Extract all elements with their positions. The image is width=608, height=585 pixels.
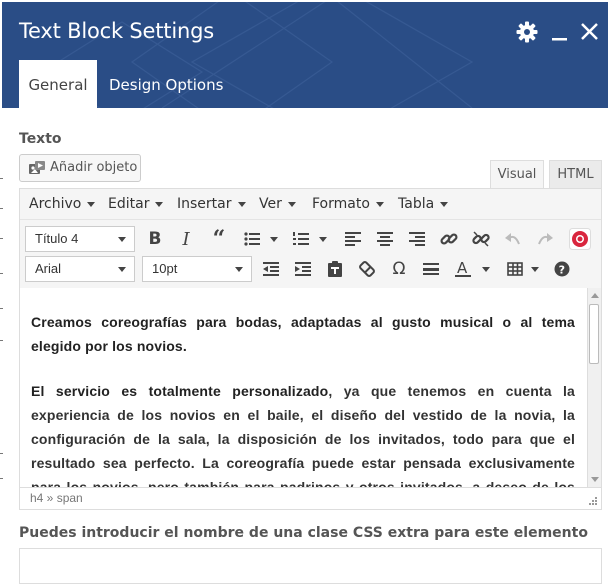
menu-insertar[interactable]: Insertar: [177, 196, 246, 212]
css-class-label: Puedes introducir el nombre de una clase…: [19, 525, 588, 541]
link-icon[interactable]: [436, 226, 462, 252]
resize-grip-icon[interactable]: [588, 496, 598, 506]
format-select[interactable]: Título 4: [25, 226, 135, 252]
menu-formato[interactable]: Formato: [312, 196, 384, 212]
editor-scrollbar[interactable]: [587, 288, 601, 487]
align-center-icon[interactable]: [372, 226, 398, 252]
table-icon[interactable]: [502, 256, 528, 282]
scroll-down-icon[interactable]: [591, 477, 599, 482]
css-class-input[interactable]: [19, 548, 602, 584]
indent-icon[interactable]: [290, 256, 316, 282]
rich-text-editor: Archivo Editar Insertar Ver Formato Tabl…: [19, 188, 602, 510]
bold-icon[interactable]: B: [142, 226, 168, 252]
unlink-icon[interactable]: [468, 226, 494, 252]
tab-html[interactable]: HTML: [549, 160, 602, 188]
paragraph-2: El servicio es totalmente personalizado,…: [31, 379, 575, 487]
tab-general[interactable]: General: [19, 60, 97, 108]
scroll-thumb[interactable]: [589, 304, 599, 364]
dialog-title: Text Block Settings: [19, 19, 214, 43]
text-block-settings-window: Text Block Settings General Design Optio…: [0, 0, 608, 585]
paste-text-icon[interactable]: [322, 256, 348, 282]
clear-format-icon[interactable]: [354, 256, 380, 282]
bullet-list-dropdown[interactable]: [270, 237, 278, 242]
outdent-icon[interactable]: [258, 256, 284, 282]
menu-editar[interactable]: Editar: [108, 196, 163, 212]
element-path-statusbar: h4 » span: [20, 487, 601, 509]
italic-icon[interactable]: I: [173, 226, 199, 252]
bullet-list-icon[interactable]: [239, 226, 265, 252]
omega-icon[interactable]: Ω: [386, 256, 412, 282]
add-object-button[interactable]: Añadir objeto: [19, 154, 141, 182]
menu-archivo[interactable]: Archivo: [29, 196, 95, 212]
tab-visual[interactable]: Visual: [490, 160, 544, 188]
tab-design-options[interactable]: Design Options: [96, 60, 236, 108]
text-color-dropdown[interactable]: [482, 267, 490, 272]
dialog-header: Text Block Settings General Design Optio…: [2, 2, 608, 108]
scroll-up-icon[interactable]: [591, 293, 599, 298]
menu-ver[interactable]: Ver: [259, 196, 296, 212]
background-edge: [0, 108, 4, 585]
align-left-icon[interactable]: [340, 226, 366, 252]
align-right-icon[interactable]: [404, 226, 430, 252]
svg-text:A: A: [457, 260, 468, 277]
element-path: h4 » span: [30, 491, 83, 505]
gear-icon[interactable]: [515, 20, 541, 46]
font-size-select[interactable]: 10pt: [142, 256, 252, 282]
editor-content[interactable]: Creamos coreografías para bodas, adaptad…: [20, 288, 587, 487]
editor-menubar: Archivo Editar Insertar Ver Formato Tabl…: [20, 189, 601, 220]
numbered-list-icon[interactable]: [288, 226, 314, 252]
paragraph-1: Creamos coreografías para bodas, adaptad…: [31, 314, 575, 354]
horizontal-rule-icon[interactable]: [418, 256, 444, 282]
font-family-select[interactable]: Arial: [25, 256, 135, 282]
svg-text:?: ?: [559, 264, 565, 277]
help-icon[interactable]: ?: [549, 256, 575, 282]
lifebuoy-icon[interactable]: [567, 226, 593, 252]
menu-tabla[interactable]: Tabla: [398, 196, 448, 212]
minimize-icon[interactable]: [548, 20, 574, 46]
table-dropdown[interactable]: [531, 267, 539, 272]
add-media-icon: [28, 161, 46, 187]
numbered-list-dropdown[interactable]: [319, 237, 327, 242]
undo-icon[interactable]: [500, 226, 526, 252]
paragraph-2-bold: El servicio es totalmente personalizado: [31, 383, 329, 399]
texto-label: Texto: [19, 131, 62, 147]
blockquote-icon[interactable]: “: [206, 226, 232, 252]
close-icon[interactable]: [578, 20, 604, 46]
add-object-label: Añadir objeto: [50, 160, 138, 175]
text-color-icon[interactable]: A: [450, 256, 476, 282]
redo-icon[interactable]: [532, 226, 558, 252]
